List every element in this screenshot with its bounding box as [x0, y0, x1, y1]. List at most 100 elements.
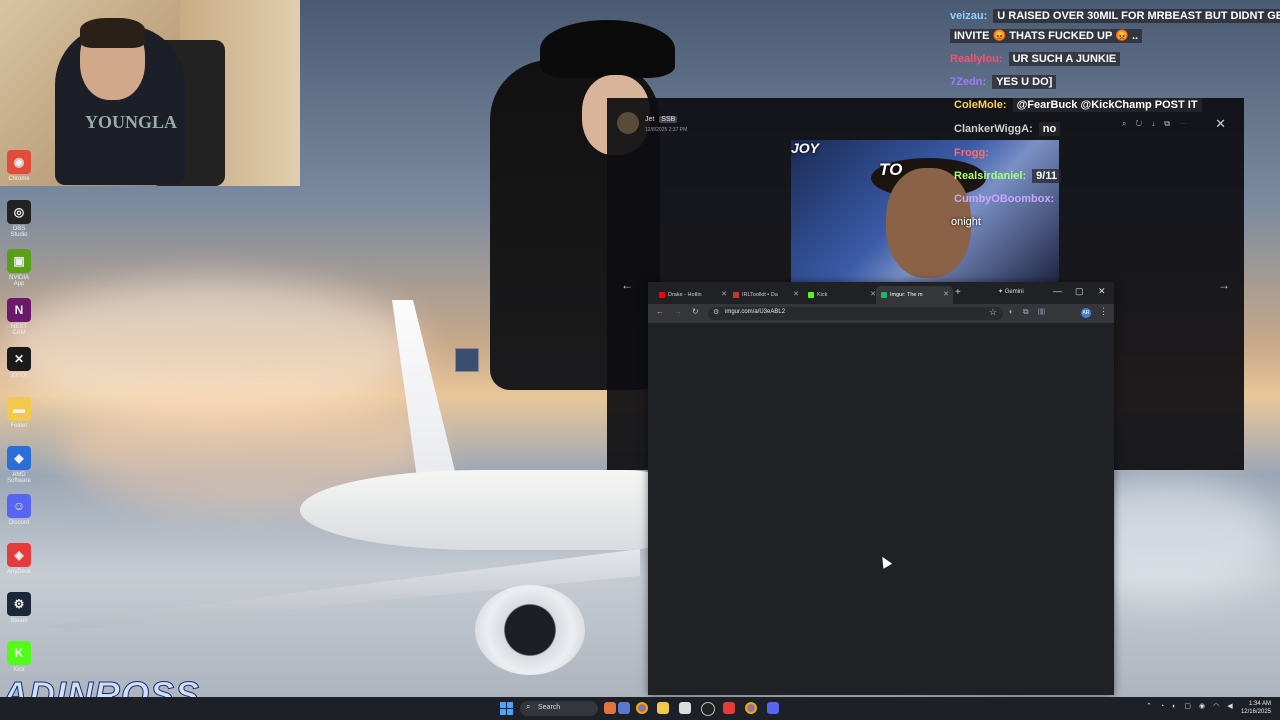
- windows-start-icon[interactable]: [500, 702, 513, 715]
- tab-kick[interactable]: Kick ✕: [803, 286, 880, 304]
- chrome-icon: ◉: [7, 150, 31, 174]
- embedded-clip[interactable]: JOY TO onight: [791, 140, 1059, 286]
- folder-icon: ▬: [7, 397, 31, 421]
- taskbar-clock[interactable]: 1:34 AM 12/16/2025: [1241, 700, 1271, 716]
- viewer-toolbar[interactable]: ⌕↻↓⧉⋯: [1122, 119, 1196, 129]
- volume-icon: ◀: [1227, 703, 1241, 710]
- chat-username[interactable]: veizau:: [950, 10, 987, 22]
- desktop-icon[interactable]: ☺ Discord: [4, 494, 34, 526]
- zoom-icon[interactable]: ⌕: [1122, 119, 1135, 128]
- amd-icon: ◆: [7, 446, 31, 470]
- url-text[interactable]: imgur.com/a/U3eABL2: [725, 309, 785, 315]
- site-info-icon[interactable]: ⚙: [713, 308, 719, 316]
- chat-username[interactable]: 7Zedn:: [950, 76, 986, 88]
- nextcam-icon: N: [7, 298, 31, 322]
- taskbar-app-icon[interactable]: [604, 702, 616, 714]
- profile-avatar[interactable]: AR: [1081, 308, 1091, 318]
- chat-text: 9/11: [1032, 169, 1061, 183]
- mic-icon: ◉: [1198, 703, 1214, 710]
- poster-avatar[interactable]: [617, 112, 639, 134]
- hoodie-logo: YOUNGLA: [85, 112, 178, 132]
- desktop-icon[interactable]: ⚙ Steam: [4, 592, 34, 624]
- system-tray[interactable]: ⌃◔◐▢◉◠◀: [1146, 702, 1241, 710]
- anydesk-icon: ◈: [7, 543, 31, 567]
- next-arrow-icon[interactable]: →: [1218, 278, 1230, 292]
- desktop-icon[interactable]: ◉ Chrome: [4, 150, 34, 182]
- chat-message: Reallylou: UR SUCH A JUNKIE: [950, 52, 1121, 66]
- irltoolkit-icon: [733, 291, 739, 298]
- desktop-icon[interactable]: K Kick: [4, 641, 34, 673]
- tab-irltoolkit[interactable]: IRLToolkit • Da ✕: [728, 286, 803, 304]
- chat-username[interactable]: Realsirdaniel:: [954, 170, 1026, 182]
- desktop-icon-label: AMD Software: [7, 472, 31, 484]
- viewer-close-icon[interactable]: ✕: [1215, 116, 1226, 132]
- discord-icon: ☺: [7, 494, 31, 518]
- tab-close-icon[interactable]: ✕: [721, 286, 727, 304]
- prev-arrow-icon[interactable]: ←: [621, 278, 633, 292]
- minimize-icon[interactable]: —: [1053, 286, 1062, 296]
- new-tab-icon[interactable]: +: [955, 287, 961, 298]
- chat-text: no: [1038, 122, 1061, 136]
- desktop-icon-label: NEXT CAM: [10, 324, 27, 336]
- bookmark-star-icon[interactable]: ☆: [989, 307, 997, 318]
- desktop-icon[interactable]: ◈ AnyDesk: [4, 543, 34, 575]
- desktop-icon[interactable]: ◆ AMD Software: [4, 446, 34, 484]
- desktop-icon[interactable]: ▣ NVIDIA App: [4, 249, 34, 287]
- chrome-icon[interactable]: [636, 702, 648, 714]
- chat-text: YES U DO]: [992, 75, 1057, 89]
- discord-icon[interactable]: [767, 702, 779, 714]
- obs-icon[interactable]: [701, 702, 715, 716]
- desktop-icon-label: Kick: [13, 667, 25, 673]
- post-date: 12/8/2025 2:37 PM: [645, 127, 688, 133]
- tab-drake[interactable]: Drake - Hotlin ✕: [654, 286, 731, 304]
- tab-close-icon[interactable]: ✕: [943, 286, 949, 304]
- webcam-feed: YOUNGLA: [0, 0, 300, 186]
- desktop-shortcut[interactable]: [455, 348, 479, 372]
- browser-window[interactable]: Drake - Hotlin ✕ IRLToolkit • Da ✕ Kick ✕ I…: [648, 282, 1114, 695]
- tab-close-icon[interactable]: ✕: [793, 286, 799, 304]
- chat-text: U RAISED OVER 30MIL FOR MRBEAST BUT DIDN…: [993, 9, 1280, 23]
- chat-message: veizau: U RAISED OVER 30MIL FOR MRBEAST B…: [950, 9, 1280, 23]
- network-icon: ◔: [1159, 703, 1173, 710]
- poster-name[interactable]: Jet SSB: [645, 116, 678, 123]
- chat-username[interactable]: ColeMole:: [954, 99, 1007, 111]
- youtube-icon: [659, 291, 665, 298]
- anydesk-icon[interactable]: [723, 702, 735, 714]
- maximize-icon[interactable]: ▢: [1075, 286, 1084, 297]
- reload-icon[interactable]: ↻: [692, 307, 699, 316]
- desktop-icon[interactable]: N NEXT CAM: [4, 298, 34, 336]
- chat-message: ClankerWiggA: no: [954, 122, 1061, 136]
- more-icon[interactable]: ⋯: [1179, 119, 1196, 128]
- poster-badge: SSB: [659, 116, 678, 123]
- gemini-button[interactable]: ✦ Gemini: [998, 288, 1024, 295]
- kick-icon: [808, 291, 814, 298]
- forward-icon[interactable]: →: [674, 307, 682, 316]
- desktop-icon-label: XYYX: [10, 373, 27, 379]
- chrome-icon[interactable]: [745, 702, 757, 714]
- clip-caption-right: onight: [951, 216, 981, 228]
- chat-text: @FearBuck @KickChamp POST IT: [1012, 98, 1202, 112]
- back-icon[interactable]: ←: [656, 307, 664, 316]
- extension-icons[interactable]: ◖⧉▥: [1008, 307, 1055, 317]
- close-window-icon[interactable]: ✕: [1098, 286, 1106, 297]
- file-explorer-icon[interactable]: [657, 702, 669, 714]
- download-icon[interactable]: ↓: [1151, 119, 1164, 128]
- taskbar-search[interactable]: ⌕ Search: [520, 701, 598, 716]
- desktop-icon[interactable]: ▬ Folder: [4, 397, 34, 429]
- chat-username[interactable]: ClankerWiggA:: [954, 123, 1033, 135]
- desktop-icon[interactable]: ✕ XYYX: [4, 347, 34, 379]
- rotate-icon[interactable]: ↻: [1136, 119, 1152, 128]
- open-external-icon[interactable]: ⧉: [1164, 119, 1179, 128]
- tab-imgur[interactable]: Imgur: The m ✕: [876, 286, 953, 304]
- chat-message: Frogg:: [954, 147, 995, 159]
- desktop-icon[interactable]: ◎ OBS Studio: [4, 200, 34, 238]
- address-bar[interactable]: ⚙ imgur.com/a/U3eABL2 ☆: [708, 307, 1003, 320]
- chat-username[interactable]: CumbyOBoombox:: [954, 193, 1054, 205]
- chat-username[interactable]: Reallylou:: [950, 53, 1003, 65]
- browser-menu-icon[interactable]: ⋮: [1099, 306, 1108, 317]
- chat-username[interactable]: Frogg:: [954, 147, 989, 159]
- taskbar-app-icon[interactable]: [618, 702, 630, 714]
- search-icon: ⌕: [526, 702, 531, 711]
- plane-body-illustration: [300, 470, 660, 550]
- taskbar-app-icon[interactable]: [679, 702, 691, 714]
